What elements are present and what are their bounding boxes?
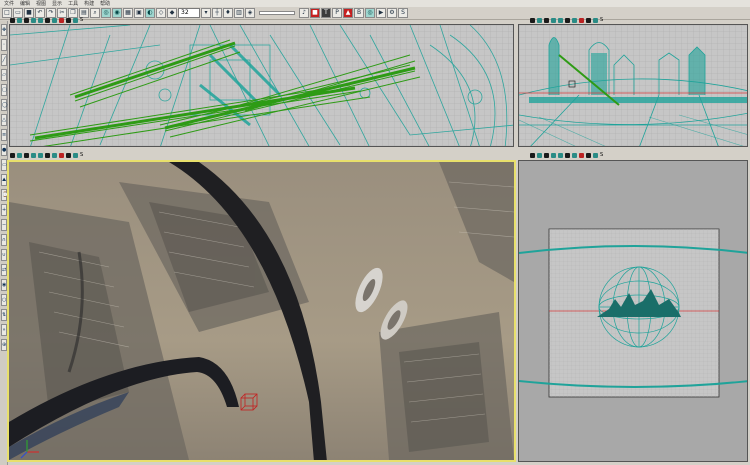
viewport-top-header: S <box>10 17 83 23</box>
brush-clip-icon[interactable]: ╱ <box>1 54 7 66</box>
front-orthographic-viewport[interactable] <box>518 160 748 462</box>
viewport-side-header: S <box>530 17 603 23</box>
perspective-view-icon[interactable] <box>558 152 563 158</box>
realtime-preview-icon[interactable]: ◇ <box>156 8 166 18</box>
front-view-icon[interactable] <box>24 17 29 23</box>
wireframe-mode-icon[interactable] <box>45 152 50 158</box>
menu-help[interactable]: 帮助 <box>100 1 110 7</box>
texture-mode-icon[interactable] <box>579 152 584 158</box>
grid-size-select[interactable]: 32 <box>178 8 200 18</box>
zone-view-icon[interactable]: ◉ <box>112 8 122 18</box>
top-orthographic-viewport[interactable] <box>9 24 514 147</box>
side-view-icon[interactable] <box>551 152 556 158</box>
viewport-front-header: S <box>530 152 603 158</box>
top-view-icon[interactable] <box>537 152 542 158</box>
paint-button[interactable]: P <box>332 8 342 18</box>
menu-edit[interactable]: 编辑 <box>20 1 30 7</box>
wireframe-mode-icon[interactable] <box>45 17 50 23</box>
realtime-toggle-icon[interactable] <box>73 152 78 158</box>
wireframe-mode-icon[interactable] <box>565 17 570 23</box>
realtime-toggle-icon[interactable] <box>593 152 598 158</box>
zone-mode-icon[interactable] <box>572 17 577 23</box>
side-view-icon[interactable] <box>31 17 36 23</box>
viewport-count-label: S <box>80 151 84 158</box>
front-view-icon[interactable] <box>544 17 549 23</box>
viewport-menu-icon[interactable] <box>530 152 535 158</box>
play-level-icon[interactable]: ▶ <box>376 8 386 18</box>
lighting-view-icon[interactable]: ◐ <box>145 8 155 18</box>
perspective-view-icon[interactable] <box>558 17 563 23</box>
sound-browser-icon[interactable]: ♪ <box>299 8 309 18</box>
snap-icon[interactable]: ┼ <box>212 8 222 18</box>
side-orthographic-viewport[interactable] <box>518 24 748 147</box>
top-view-icon[interactable] <box>537 17 542 23</box>
front-viewport-canvas <box>519 161 747 461</box>
build-lighting-icon[interactable]: ■ <box>310 8 320 18</box>
brush-view-icon[interactable]: ▣ <box>134 8 144 18</box>
build-all-icon[interactable]: ⚙ <box>387 8 397 18</box>
texture-mode-icon[interactable] <box>59 17 64 23</box>
menu-tools[interactable]: 工具 <box>68 1 78 7</box>
viewport-menu-icon[interactable] <box>530 17 535 23</box>
camera-move-icon[interactable]: ✥ <box>1 24 7 36</box>
realtime-toggle-icon[interactable] <box>593 17 598 23</box>
viewport-menu-icon[interactable] <box>10 152 15 158</box>
side-viewport-canvas <box>519 25 747 146</box>
wireframe-mode-icon[interactable] <box>565 152 570 158</box>
group-browser-icon[interactable]: ▥ <box>234 8 244 18</box>
cube-builder-icon[interactable]: ▢ <box>1 84 7 96</box>
perspective-view-icon[interactable] <box>38 152 43 158</box>
perspective-viewport[interactable] <box>7 160 516 462</box>
texture-mode-icon[interactable] <box>59 152 64 158</box>
cone-builder-icon[interactable]: △ <box>1 114 7 126</box>
texture-browser-button[interactable]: T <box>321 8 331 18</box>
viewport-count-label: S <box>80 16 84 23</box>
sphere-builder-icon[interactable]: ● <box>1 144 7 156</box>
viewport-menu-icon[interactable] <box>10 17 15 23</box>
lighting-mode-icon[interactable] <box>586 152 591 158</box>
lighting-mode-icon[interactable] <box>586 17 591 23</box>
menu-file[interactable]: 文件 <box>4 1 14 7</box>
texture-usage-view-icon[interactable]: ▦ <box>123 8 133 18</box>
perspective-view-icon[interactable] <box>38 17 43 23</box>
vertex-edit-icon[interactable]: ◦ <box>1 39 7 51</box>
build-geometry-icon[interactable]: ▲ <box>343 8 353 18</box>
side-view-icon[interactable] <box>31 152 36 158</box>
search-icon[interactable]: ⌕ <box>90 8 100 18</box>
front-view-icon[interactable] <box>544 152 549 158</box>
top-view-icon[interactable] <box>17 17 22 23</box>
main-toolbar: □ ▭ ■ ↶ ↷ ✂ ❐ ▤ ⌕ ◎ ◉ ▦ ▣ ◐ ◇ ◆ 32 ▾ ┼ ♦… <box>0 7 750 20</box>
viewport-count-label: S <box>600 16 604 23</box>
brush-button[interactable]: B <box>354 8 364 18</box>
build-paths-icon[interactable]: ◎ <box>365 8 375 18</box>
menu-view[interactable]: 视图 <box>36 1 46 7</box>
side-view-icon[interactable] <box>551 17 556 23</box>
top-view-icon[interactable] <box>17 152 22 158</box>
texture-mode-icon[interactable] <box>579 17 584 23</box>
zone-mode-icon[interactable] <box>52 17 57 23</box>
mesh-browser-icon[interactable]: ◈ <box>245 8 255 18</box>
menu-display[interactable]: 显示 <box>52 1 62 7</box>
menu-build[interactable]: 构建 <box>84 1 94 7</box>
zone-mode-icon[interactable] <box>52 152 57 158</box>
grid-toggle-icon[interactable]: ▾ <box>201 8 211 18</box>
count-button[interactable]: S <box>398 8 408 18</box>
zone-mode-icon[interactable] <box>572 152 577 158</box>
front-view-icon[interactable] <box>24 152 29 158</box>
top-viewport-canvas <box>10 25 513 146</box>
lighting-mode-icon[interactable] <box>66 17 71 23</box>
realtime-toggle-icon[interactable] <box>73 17 78 23</box>
menu-bar: 文件 编辑 视图 显示 工具 构建 帮助 <box>0 0 750 7</box>
viewport-persp-header: S <box>10 152 83 158</box>
perspective-viewport-canvas <box>9 162 514 460</box>
polygon-icon[interactable]: ▱ <box>1 69 7 81</box>
brightness-slider[interactable] <box>259 11 295 15</box>
stair-builder-icon[interactable]: ≡ <box>1 129 7 141</box>
lighting-mode-icon[interactable] <box>66 152 71 158</box>
actor-browser-icon[interactable]: ♦ <box>223 8 233 18</box>
wireframe-view-icon[interactable]: ◎ <box>101 8 111 18</box>
cylinder-builder-icon[interactable]: ◯ <box>1 99 8 111</box>
camera-mode-icon[interactable]: ◆ <box>167 8 177 18</box>
viewport-count-label: S <box>600 151 604 158</box>
